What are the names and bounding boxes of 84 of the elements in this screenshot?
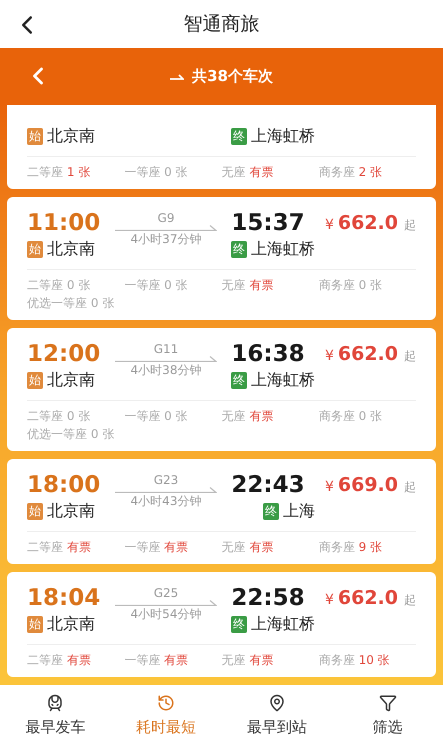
origin-station: 北京南 — [47, 125, 95, 147]
destination-station: 上海 — [283, 500, 315, 522]
train-card[interactable]: 18:00 始 北京南 G23 4小时43分钟 22:43 终 上海 ¥ 669.0 起 二等座 有票 一等座 有票 无座 有票 商务座 9 张 — [7, 459, 436, 564]
terminal-badge: 终 — [263, 502, 279, 520]
price-suffix: 起 — [404, 479, 416, 496]
filter-icon — [378, 694, 397, 712]
seat-availability: 一等座 0 张 — [124, 408, 189, 425]
sort-tab[interactable]: 最早发车 — [0, 694, 111, 738]
ticket-price: 662.0 — [338, 342, 398, 367]
seat-availability: 无座 有票 — [222, 652, 274, 669]
seat-availability: 一等座 0 张 — [124, 277, 189, 294]
destination-station: 上海虹桥 — [251, 369, 315, 391]
destination-station: 上海虹桥 — [251, 613, 315, 635]
destination-station: 上海虹桥 — [251, 238, 315, 260]
origin-badge: 始 — [27, 372, 43, 388]
seat-availability: 二等座 0 张 — [27, 277, 92, 294]
seat-availability: 商务座 2 张 — [318, 164, 384, 181]
seat-availability: 无座 有票 — [222, 408, 274, 425]
arrival-time: 16:38 — [231, 340, 305, 368]
sort-tab[interactable]: 筛选 — [332, 694, 443, 738]
train-number: G25 — [154, 586, 178, 600]
currency-symbol: ¥ — [324, 478, 334, 497]
departure-time: 11:00 — [27, 209, 102, 237]
origin-badge: 始 — [27, 128, 43, 144]
seat-availability: 无座 有票 — [222, 164, 274, 181]
ticket-price: 669.0 — [338, 473, 398, 498]
terminal-badge: 终 — [231, 128, 247, 144]
trip-duration: 4小时43分钟 — [130, 493, 202, 509]
seat-availability: 二等座 有票 — [27, 652, 92, 669]
ticket-price: 662.0 — [338, 586, 398, 611]
seat-availability: 无座 有票 — [222, 277, 274, 294]
trip-duration: 4小时54分钟 — [130, 606, 202, 622]
departure-time: 18:04 — [27, 584, 102, 612]
origin-badge: 始 — [27, 616, 43, 632]
trip-duration: 4小时38分钟 — [130, 362, 202, 378]
trip-duration: 4小时37分钟 — [130, 231, 202, 247]
seat-availability: 一等座 有票 — [124, 652, 190, 669]
train-number: G23 — [154, 473, 178, 487]
seat-availability: 商务座 0 张 — [318, 408, 384, 425]
terminal-badge: 终 — [231, 616, 247, 632]
clock-icon — [157, 694, 176, 712]
price-suffix: 起 — [404, 592, 416, 609]
arrival-time: 22:58 — [231, 584, 305, 612]
seat-availability: 优选一等座 0 张 — [27, 426, 116, 443]
origin-badge: 始 — [27, 240, 43, 258]
currency-symbol: ¥ — [324, 347, 334, 366]
train-number: G11 — [154, 342, 178, 356]
origin-station: 北京南 — [47, 500, 95, 522]
train-card[interactable]: 12:00 始 北京南 G11 4小时38分钟 16:38 终 上海虹桥 ¥ 662.0 起 二等座 0 张 一等座 0 张 无座 有票 商务座 0 张 优选一等座 0 张 — [7, 328, 436, 451]
seat-availability: 二等座 1 张 — [27, 164, 92, 181]
terminal-badge: 终 — [231, 240, 247, 258]
seat-availability: 二等座 0 张 — [27, 408, 92, 425]
origin-station: 北京南 — [47, 369, 95, 391]
terminal-badge: 终 — [231, 372, 247, 388]
seat-availability: 无座 有票 — [222, 539, 274, 556]
app-title: 智通商旅 — [184, 12, 260, 37]
departure-time: 12:00 — [27, 340, 102, 368]
seat-availability: 二等座 有票 — [27, 539, 92, 556]
origin-badge: 始 — [27, 502, 43, 520]
arrival-time: 22:43 — [231, 471, 305, 499]
train-card[interactable]: 11:00 始 北京南 G9 4小时37分钟 15:37 终 上海虹桥 ¥ 662.0 起 二等座 0 张 一等座 0 张 无座 有票 商务座 0 张 优选一等座 0 张 — [7, 197, 436, 320]
origin-station: 北京南 — [47, 238, 95, 260]
train-icon — [46, 694, 64, 712]
price-suffix: 起 — [404, 348, 416, 365]
train-card[interactable]: 18:04 始 北京南 G25 4小时54分钟 22:58 终 上海虹桥 ¥ 662.0 起 二等座 有票 一等座 有票 无座 有票 商务座 10 张 — [7, 572, 436, 677]
seat-availability: 商务座 9 张 — [318, 539, 384, 556]
seat-availability: 优选一等座 0 张 — [27, 295, 116, 312]
seat-availability: 一等座 0 张 — [124, 164, 189, 181]
seat-availability: 一等座 有票 — [124, 539, 190, 556]
departure-time: 18:00 — [27, 471, 102, 499]
currency-symbol: ¥ — [324, 216, 334, 235]
destination-station: 上海虹桥 — [251, 125, 315, 147]
currency-symbol: ¥ — [324, 591, 334, 610]
price-suffix: 起 — [404, 217, 416, 234]
arrival-time: 15:37 — [231, 209, 305, 237]
sort-tab[interactable]: 最早到站 — [222, 694, 332, 738]
train-card[interactable]: 始 北京南 终 上海虹桥 二等座 1 张 一等座 0 张 无座 有票 商务座 2 张 — [7, 105, 436, 189]
map-pin-icon — [268, 694, 286, 712]
results-count: 共38个车次 — [192, 66, 273, 88]
train-number: G9 — [158, 211, 174, 225]
ticket-price: 662.0 — [338, 211, 398, 236]
seat-availability: 商务座 10 张 — [318, 652, 391, 669]
origin-station: 北京南 — [47, 613, 95, 635]
seat-availability: 商务座 0 张 — [318, 277, 384, 294]
